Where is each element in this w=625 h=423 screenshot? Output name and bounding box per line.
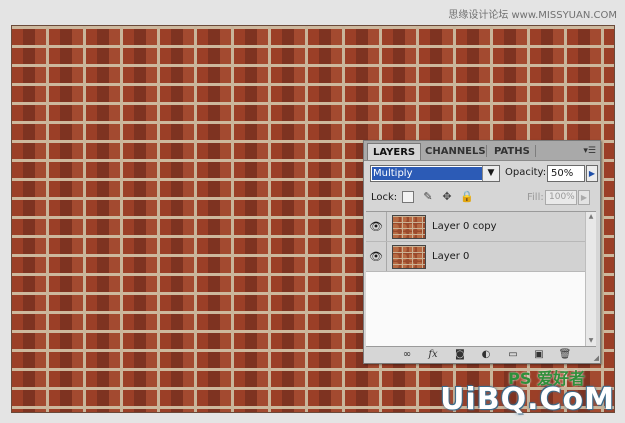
layer-row[interactable]: 👁 Layer 0	[366, 242, 585, 272]
lock-row: Lock: ✎ ✥ 🔒 Fill: 100% ▶	[370, 190, 594, 206]
tab-layers[interactable]: LAYERS	[367, 143, 422, 160]
scroll-down-icon[interactable]: ▼	[586, 336, 596, 346]
add-mask-icon[interactable]: ◙	[453, 349, 467, 361]
opacity-input[interactable]: 50%	[547, 165, 585, 182]
lock-all-icon[interactable]: 🔒	[460, 191, 474, 203]
chevron-down-icon[interactable]: ▼	[482, 166, 499, 181]
eye-icon[interactable]: 👁	[366, 242, 387, 271]
opacity-label: Opacity:	[505, 167, 547, 178]
new-layer-icon[interactable]: ▣	[532, 349, 546, 361]
adjustment-layer-icon[interactable]: ◐	[479, 349, 493, 361]
eye-icon[interactable]: 👁	[366, 212, 387, 241]
lock-pixels-icon[interactable]: ✎	[422, 191, 434, 203]
resize-grip-icon[interactable]: ◢	[594, 354, 599, 362]
delete-layer-icon[interactable]: 🗑	[558, 349, 572, 361]
tab-divider	[535, 145, 536, 157]
layer-thumbnail[interactable]	[392, 245, 426, 269]
link-layers-icon[interactable]: ∞	[400, 349, 414, 361]
blend-row: Multiply ▼ Opacity: 50% ▶	[370, 165, 598, 182]
layer-list-scrollbar[interactable]: ▲ ▼	[585, 212, 596, 346]
tab-channels[interactable]: CHANNELS	[420, 143, 491, 160]
uibq-logo-watermark: UiBQ.CoM	[440, 382, 615, 417]
layer-thumbnail[interactable]	[392, 215, 426, 239]
layer-row[interactable]: 👁 Layer 0 copy	[366, 212, 585, 242]
blend-mode-select[interactable]: Multiply ▼	[370, 165, 500, 182]
fill-slider-arrow-icon[interactable]: ▶	[578, 190, 590, 205]
fill-label: Fill:	[527, 192, 544, 203]
fx-icon[interactable]: fx	[426, 349, 440, 361]
fill-input[interactable]: 100%	[545, 190, 577, 205]
layer-list: 👁 Layer 0 copy 👁 Layer 0 ▲ ▼	[366, 211, 596, 347]
lock-label: Lock:	[371, 192, 398, 203]
opacity-slider-arrow-icon[interactable]: ▶	[586, 165, 598, 182]
panel-tabbar: LAYERS CHANNELS PATHS ▾☰	[364, 141, 600, 161]
lock-transparency-icon[interactable]	[402, 191, 414, 203]
new-group-icon[interactable]: ▭	[506, 349, 520, 361]
scroll-up-icon[interactable]: ▲	[586, 212, 596, 222]
panel-bottom-toolbar: ∞ fx ◙ ◐ ▭ ▣ 🗑 ◢	[364, 347, 600, 363]
lock-position-icon[interactable]: ✥	[441, 191, 453, 203]
layer-name: Layer 0	[432, 251, 470, 262]
tab-divider	[486, 145, 487, 157]
blend-mode-value: Multiply	[372, 167, 482, 180]
site-watermark: 思缘设计论坛 www.MISSYUAN.COM	[448, 10, 617, 21]
layers-panel: LAYERS CHANNELS PATHS ▾☰ Multiply ▼ Opac…	[363, 140, 601, 364]
layer-name: Layer 0 copy	[432, 221, 497, 232]
tab-paths[interactable]: PATHS	[489, 143, 535, 160]
panel-menu-icon[interactable]: ▾☰	[583, 146, 596, 156]
